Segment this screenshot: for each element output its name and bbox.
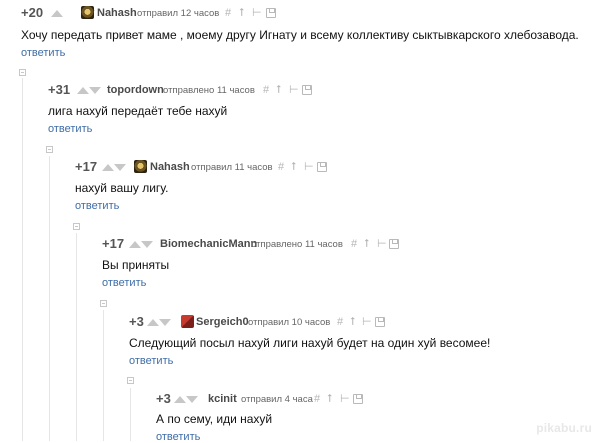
branch-icon[interactable]: ⊢ [377, 236, 387, 252]
save-icon[interactable] [317, 162, 327, 172]
save-icon[interactable] [375, 317, 385, 327]
reply-link[interactable]: ответить [48, 123, 92, 135]
thread-line-2 [49, 156, 50, 441]
comment-3: +17 Nahash отправил 11 часов # ⭡ ⊢ нахуй… [75, 159, 585, 219]
red-avatar[interactable] [181, 315, 194, 328]
comment-meta: +17 BiomechanicMann отправлено 11 часов … [102, 236, 572, 252]
upvote-icon[interactable] [102, 164, 114, 171]
comment-rating: +17 [75, 159, 98, 174]
comment-author[interactable]: Nahash [97, 5, 137, 21]
thread-line-1 [22, 78, 23, 441]
branch-icon[interactable]: ⊢ [340, 391, 350, 407]
reply-link[interactable]: ответить [75, 200, 119, 212]
branch-icon[interactable]: ⊢ [289, 82, 299, 98]
thread-line-4 [103, 310, 104, 441]
arrow-up-icon[interactable]: ⭡ [239, 5, 244, 21]
comment-meta: +17 Nahash отправил 11 часов # ⭡ ⊢ [75, 159, 575, 175]
branch-icon[interactable]: ⊢ [304, 159, 314, 175]
save-icon[interactable] [389, 239, 399, 249]
comment-action: отправлено 11 часов [163, 85, 255, 96]
comment-author[interactable]: Sergeich0 [196, 314, 249, 330]
save-icon[interactable] [266, 8, 276, 18]
comment-text: А по сему, иди нахуй [156, 412, 273, 426]
comment-1: +20 Nahash отправил 12 часов # ⭡ ⊢ Хочу … [21, 5, 591, 65]
collapse-toggle-5[interactable] [127, 377, 134, 384]
comment-text: Хочу передать привет маме , моему другу … [21, 28, 579, 42]
save-icon[interactable] [353, 394, 363, 404]
comment-author[interactable]: topordown [107, 82, 164, 98]
hash-link-icon[interactable]: # [263, 82, 269, 98]
comment-action: отправлено 11 часов [251, 239, 343, 250]
downvote-icon[interactable] [159, 319, 171, 326]
gold-emblem-avatar[interactable] [134, 160, 147, 173]
reply-link[interactable]: ответить [102, 277, 146, 289]
collapse-toggle-4[interactable] [100, 300, 107, 307]
upvote-icon[interactable] [174, 396, 186, 403]
downvote-icon[interactable] [141, 241, 153, 248]
site-watermark: pikabu.ru [536, 421, 592, 435]
comment-2: +31 topordown отправлено 11 часов # ⭡ ⊢ … [48, 82, 588, 142]
comment-author[interactable]: BiomechanicMann [160, 236, 257, 252]
branch-icon[interactable]: ⊢ [252, 5, 262, 21]
comment-6: +3 kcinit отправил 4 часа # ⭡ ⊢ А по сем… [156, 391, 586, 443]
arrow-up-icon[interactable]: ⭡ [327, 391, 332, 407]
comment-meta: +3 Sergeich0 отправил 10 часов # ⭡ ⊢ [129, 314, 579, 330]
hash-link-icon[interactable]: # [225, 5, 231, 21]
comment-rating: +31 [48, 82, 71, 97]
comment-4: +17 BiomechanicMann отправлено 11 часов … [102, 236, 582, 296]
downvote-icon[interactable] [186, 396, 198, 403]
comment-meta: +31 topordown отправлено 11 часов # ⭡ ⊢ [48, 82, 568, 98]
upvote-icon[interactable] [129, 241, 141, 248]
upvote-icon[interactable] [147, 319, 159, 326]
comment-meta: +20 Nahash отправил 12 часов # ⭡ ⊢ [21, 5, 581, 21]
comment-text: Вы приняты [102, 258, 170, 272]
arrow-up-icon[interactable]: ⭡ [291, 159, 296, 175]
downvote-icon[interactable] [89, 87, 101, 94]
upvote-icon[interactable] [51, 10, 63, 17]
comment-meta: +3 kcinit отправил 4 часа # ⭡ ⊢ [156, 391, 576, 407]
hash-link-icon[interactable]: # [337, 314, 343, 330]
comment-action: отправил 11 часов [191, 162, 273, 173]
reply-link[interactable]: ответить [21, 47, 65, 59]
hash-link-icon[interactable]: # [314, 391, 320, 407]
comment-rating: +3 [156, 391, 171, 406]
thread-line-3 [76, 233, 77, 441]
comment-text: нахуй вашу лигу. [75, 181, 169, 195]
arrow-up-icon[interactable]: ⭡ [276, 82, 281, 98]
save-icon[interactable] [302, 85, 312, 95]
downvote-icon[interactable] [114, 164, 126, 171]
branch-icon[interactable]: ⊢ [362, 314, 372, 330]
comment-action: отправил 12 часов [137, 8, 220, 19]
reply-link[interactable]: ответить [129, 355, 173, 367]
comment-action: отправил 10 часов [248, 317, 331, 328]
comment-author[interactable]: kcinit [208, 391, 237, 407]
gold-emblem-avatar[interactable] [81, 6, 94, 19]
comment-5: +3 Sergeich0 отправил 10 часов # ⭡ ⊢ Сле… [129, 314, 589, 374]
hash-link-icon[interactable]: # [351, 236, 357, 252]
comment-author[interactable]: Nahash [150, 159, 190, 175]
arrow-up-icon[interactable]: ⭡ [364, 236, 369, 252]
comment-rating: +17 [102, 236, 125, 251]
thread-line-5 [130, 388, 131, 441]
arrow-up-icon[interactable]: ⭡ [350, 314, 355, 330]
collapse-toggle-2[interactable] [46, 146, 53, 153]
upvote-icon[interactable] [77, 87, 89, 94]
reply-link[interactable]: ответить [156, 431, 200, 443]
comment-text: Следующий посыл нахуй лиги нахуй будет н… [129, 336, 491, 350]
comment-rating: +3 [129, 314, 144, 329]
comment-text: лига нахуй передаёт тебе нахуй [48, 104, 228, 118]
collapse-toggle-1[interactable] [19, 69, 26, 76]
hash-link-icon[interactable]: # [278, 159, 284, 175]
comment-action: отправил 4 часа [241, 394, 313, 405]
comment-rating: +20 [21, 5, 44, 20]
collapse-toggle-3[interactable] [73, 223, 80, 230]
